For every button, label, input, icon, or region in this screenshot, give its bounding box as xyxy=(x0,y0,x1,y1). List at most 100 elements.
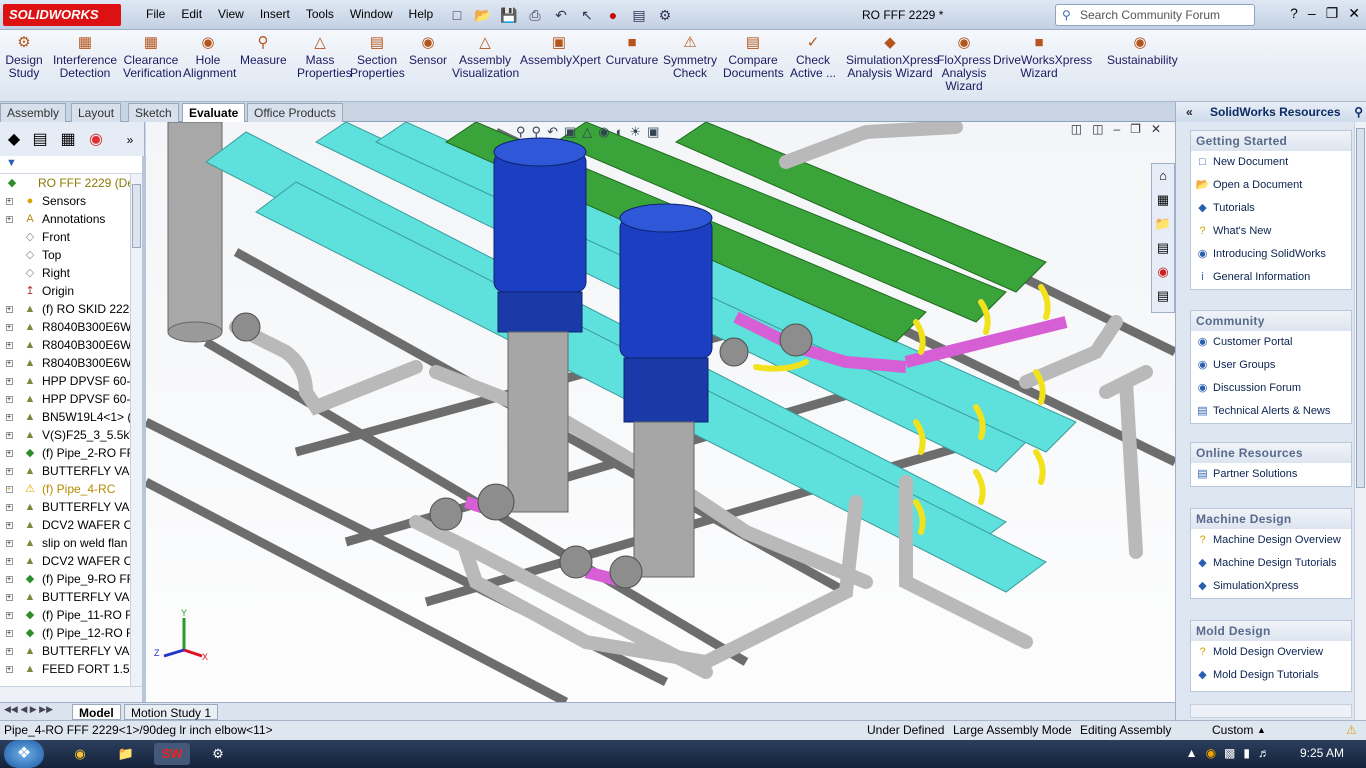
close-icon[interactable]: ✕ xyxy=(1348,5,1360,22)
menu-window[interactable]: Window xyxy=(342,7,401,21)
ribbon-sustainability-button[interactable]: ◉ Sustainability xyxy=(1107,34,1178,67)
expand-icon[interactable]: + xyxy=(6,540,13,547)
explorer-icon[interactable]: 📁 xyxy=(108,743,144,765)
tab-assembly[interactable]: Assembly xyxy=(0,103,67,122)
start-button[interactable]: ❖ xyxy=(4,740,44,768)
ribbon-hole-button[interactable]: ◉ Hole Alignment xyxy=(183,34,236,80)
hide-show-icon[interactable]: ◐ xyxy=(616,124,624,140)
resource-section-header[interactable]: Machine Design xyxy=(1191,509,1351,529)
tree-item[interactable]: + ▲ BUTTERFLY VAL xyxy=(0,588,130,606)
resource-link[interactable]: 📂 Open a Document xyxy=(1191,174,1351,197)
tab-motion-study[interactable]: Motion Study 1 xyxy=(124,704,219,720)
undo-icon[interactable]: ↶ xyxy=(550,5,572,25)
expand-icon[interactable]: + xyxy=(6,324,13,331)
resource-link[interactable]: ◆ Mold Design Tutorials xyxy=(1191,664,1351,687)
menu-tools[interactable]: Tools xyxy=(298,7,342,21)
minimize-icon[interactable]: – xyxy=(1308,5,1316,22)
tree-item[interactable]: + ▲ V(S)F25_3_5.5kW xyxy=(0,426,130,444)
save-icon[interactable]: 💾 xyxy=(498,5,520,25)
expand-icon[interactable]: + xyxy=(6,486,13,493)
chrome-icon[interactable]: ◉ xyxy=(62,743,98,765)
ribbon-driveworksxpress-button[interactable]: ■ DriveWorksXpress Wizard xyxy=(993,34,1092,80)
resource-link[interactable]: i General Information xyxy=(1191,266,1351,289)
ribbon-floxpress-button[interactable]: ◉ FloXpress Analysis Wizard xyxy=(935,34,993,93)
tab-sketch[interactable]: Sketch xyxy=(128,103,179,122)
tree-item[interactable]: + ▲ R8040B300E6W< xyxy=(0,354,130,372)
resource-link[interactable]: ◉ Customer Portal xyxy=(1191,331,1351,354)
rebuild-icon[interactable]: ● xyxy=(602,5,624,25)
clock[interactable]: 9:25 AM xyxy=(1300,746,1344,760)
network-icon[interactable]: ▩ xyxy=(1224,746,1235,760)
resource-link[interactable]: ? Machine Design Overview xyxy=(1191,529,1351,552)
resource-link[interactable]: ◆ Machine Design Tutorials xyxy=(1191,552,1351,575)
tree-item[interactable]: + ▲ DCV2 WAFER CH xyxy=(0,516,130,534)
custom-properties-icon[interactable]: ▤ xyxy=(1152,284,1174,308)
viewport-restore-icon[interactable]: ❐ xyxy=(1130,122,1141,136)
view-orientation-icon[interactable]: △ xyxy=(582,124,592,140)
tab-evaluate[interactable]: Evaluate xyxy=(182,103,246,122)
tab-layout[interactable]: Layout xyxy=(71,103,122,122)
tree-item[interactable]: + ▲ (f) RO SKID 2229 xyxy=(0,300,130,318)
expand-icon[interactable]: + xyxy=(6,432,13,439)
resource-section-header[interactable]: Community xyxy=(1191,311,1351,331)
tree-item[interactable]: + ▲ BUTTERFLY VAL xyxy=(0,462,130,480)
menu-view[interactable]: View xyxy=(210,7,252,21)
pin-icon[interactable]: ⚲ xyxy=(1354,102,1363,122)
open-icon[interactable]: 📂 xyxy=(472,5,494,25)
tray-arrow-icon[interactable]: ▲ xyxy=(1186,746,1198,760)
print-icon[interactable]: ⎙ xyxy=(524,5,546,25)
expand-icon[interactable]: + xyxy=(6,396,13,403)
appearance-icon[interactable]: ☀ xyxy=(629,124,641,140)
resource-section-header[interactable]: Getting Started xyxy=(1191,131,1351,151)
assembly-model[interactable]: Y X Z xyxy=(146,122,1175,702)
menu-help[interactable]: Help xyxy=(401,7,442,21)
tree-scroll-thumb[interactable] xyxy=(132,184,141,248)
tree-item[interactable]: + ◆ (f) Pipe_12-RO F xyxy=(0,624,130,642)
expand-icon[interactable]: + xyxy=(6,468,13,475)
tree-item[interactable]: ◇ Top xyxy=(0,246,130,264)
resource-section-header[interactable]: Online Resources xyxy=(1191,443,1351,463)
viewport-close-icon[interactable]: ✕ xyxy=(1151,122,1161,136)
configuration-manager-icon[interactable]: ▦ xyxy=(56,128,80,152)
search-input[interactable]: ⚲ Search Community Forum xyxy=(1055,4,1255,26)
tree-item[interactable]: + ◆ (f) Pipe_11-RO F xyxy=(0,606,130,624)
tree-item[interactable]: + ▲ DCV2 WAFER CH xyxy=(0,552,130,570)
resource-link[interactable]: ▤ Technical Alerts & News xyxy=(1191,400,1351,423)
property-manager-icon[interactable]: ▤ xyxy=(28,128,52,152)
tree-item[interactable]: ◆ RO FFF 2229 (De xyxy=(0,174,130,192)
resource-link[interactable]: ◉ User Groups xyxy=(1191,354,1351,377)
feature-manager-icon[interactable]: ◆ xyxy=(2,128,26,152)
tree-item[interactable]: ◇ Front xyxy=(0,228,130,246)
solidworks-logo[interactable]: SOLIDWORKS xyxy=(3,4,121,26)
split-icon[interactable]: ◫ xyxy=(1092,122,1103,136)
volume-icon[interactable]: ♬ xyxy=(1258,746,1270,760)
view-palette-icon[interactable]: ▤ xyxy=(1152,236,1174,260)
home-icon[interactable]: ⌂ xyxy=(1152,164,1174,188)
section-view-icon[interactable]: ▣ xyxy=(564,124,576,140)
options-icon[interactable]: ⚙ xyxy=(654,5,676,25)
previous-view-icon[interactable]: ↶ xyxy=(547,124,558,140)
ribbon-check-button[interactable]: ✓ Check Active ... xyxy=(788,34,838,80)
expand-icon[interactable]: + xyxy=(6,414,13,421)
resource-link[interactable]: ◉ Introducing SolidWorks xyxy=(1191,243,1351,266)
tree-hscrollbar[interactable] xyxy=(0,686,142,702)
tree-item[interactable]: + ● Sensors xyxy=(0,192,130,210)
resource-link[interactable]: ▤Import File xyxy=(1191,687,1351,691)
signal-icon[interactable]: ▮ xyxy=(1243,746,1250,760)
expand-icon[interactable]: + xyxy=(6,360,13,367)
task-pane-scroll-thumb[interactable] xyxy=(1356,128,1365,488)
resource-section-header[interactable]: Mold Design xyxy=(1191,621,1351,641)
tree-item[interactable]: + ▲ BN5W19L4<1> ( xyxy=(0,408,130,426)
viewport-minimize-icon[interactable]: – xyxy=(1113,122,1120,136)
ribbon-compare-button[interactable]: ▤ Compare Documents xyxy=(723,34,784,80)
tree-item[interactable]: + ▲ R8040B300E6W< xyxy=(0,336,130,354)
resource-link[interactable]: ? What's New xyxy=(1191,220,1351,243)
tree-item[interactable]: + A Annotations xyxy=(0,210,130,228)
resource-link[interactable]: ◆ SimulationXpress xyxy=(1191,575,1351,598)
expand-icon[interactable]: + xyxy=(6,198,13,205)
expand-icon[interactable]: + xyxy=(6,558,13,565)
select-icon[interactable]: ↖ xyxy=(576,5,598,25)
units-chevron-icon[interactable]: ▲ xyxy=(1257,721,1266,740)
resource-link[interactable]: ? Mold Design Overview xyxy=(1191,641,1351,664)
tree-item[interactable]: + ▲ FEED FORT 1.5in xyxy=(0,660,130,678)
